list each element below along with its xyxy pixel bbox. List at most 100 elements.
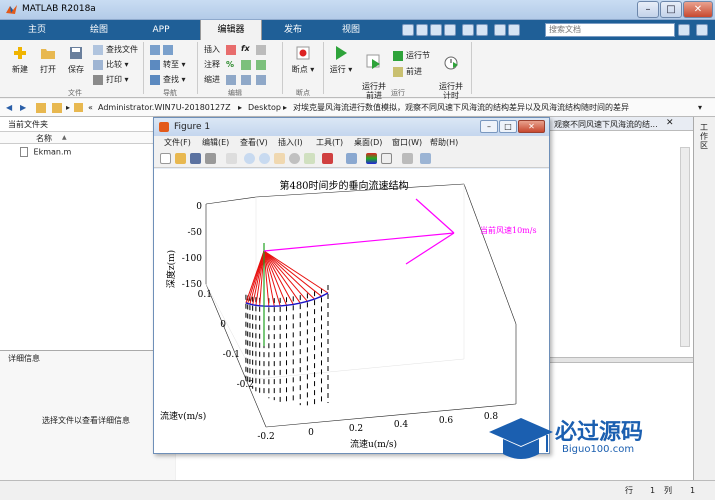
zoom-out-icon[interactable] [259, 153, 270, 164]
rotate-3d-icon[interactable] [289, 153, 300, 164]
help-icon[interactable] [508, 24, 520, 36]
figure-menu-window[interactable]: 窗口(W) [392, 136, 422, 150]
hide-plot-tools-icon[interactable] [402, 153, 413, 164]
show-plot-tools-icon[interactable] [420, 153, 431, 164]
run-and-time-button[interactable]: 运行并 计时 [434, 44, 468, 100]
column-header[interactable]: 名称 ▲ [0, 131, 174, 144]
file-list-item[interactable]: Ekman.m [20, 147, 71, 157]
link-plot-icon[interactable] [346, 153, 357, 164]
tab-apps[interactable]: APP [138, 20, 184, 40]
print-figure-icon[interactable] [205, 153, 216, 164]
workspace-label: 工作区 [700, 123, 708, 150]
data-cursor-icon[interactable] [304, 153, 315, 164]
velocity-vector [263, 250, 308, 302]
velocity-vector [263, 250, 322, 297]
comment-button[interactable]: 注释 [204, 59, 220, 71]
pointer-icon[interactable] [226, 153, 237, 164]
indent-button[interactable]: 缩进 [204, 74, 220, 86]
tab-publish[interactable]: 发布 [270, 20, 316, 40]
brush-icon[interactable] [322, 153, 333, 164]
ribbon-separator [323, 42, 324, 94]
figure-window[interactable]: Figure 1 – □ ✕ 文件(F) 编辑(E) 查看(V) 插入(I) 工… [153, 117, 550, 454]
address-bar[interactable]: ◀ ▶ ▸ « Administrator.WIN7U-20180127Z ▸ … [0, 99, 715, 117]
minimize-button[interactable]: – [637, 1, 659, 18]
pan-icon[interactable] [274, 153, 285, 164]
name-column-header[interactable]: 名称 [36, 133, 52, 144]
figure-menu-desktop[interactable]: 桌面(D) [354, 136, 382, 150]
breakpoints-button[interactable]: 断点 ▾ [288, 44, 318, 75]
open-file-icon[interactable] [175, 153, 186, 164]
editor-scrollbar[interactable] [680, 147, 690, 347]
grid-lines [205, 184, 465, 380]
breakpoint-icon [296, 46, 310, 60]
run-button[interactable]: 运行 ▾ [327, 44, 355, 75]
folder-chevron-icon: ▸ [66, 103, 71, 112]
new-figure-icon[interactable] [160, 153, 171, 164]
quick-save-icon[interactable] [402, 24, 414, 36]
tab-home[interactable]: 主页 [14, 20, 60, 40]
open-button[interactable]: 打开 [34, 44, 62, 75]
save-button[interactable]: 保存 [62, 44, 90, 75]
figure-close-button[interactable]: ✕ [518, 120, 545, 133]
search-icon[interactable] [678, 24, 690, 36]
graduation-cap-icon [489, 418, 553, 459]
advance-button[interactable]: 前进 [393, 66, 422, 78]
tab-view[interactable]: 视图 [328, 20, 374, 40]
switch-windows-icon[interactable] [494, 24, 506, 36]
zoom-in-icon[interactable] [244, 153, 255, 164]
insert-section-icon[interactable] [226, 44, 239, 56]
path-segment-user[interactable]: Administrator.WIN7U-20180127Z [98, 99, 231, 117]
address-dropdown-icon[interactable]: ▾ [698, 99, 702, 117]
goto-button[interactable]: 转至 ▾ [150, 59, 186, 71]
insert-dropdown-icon[interactable] [256, 44, 269, 56]
back-forward-buttons[interactable] [150, 44, 176, 56]
quick-cut-icon[interactable] [416, 24, 428, 36]
maximize-button[interactable]: □ [660, 1, 682, 18]
save-figure-icon[interactable] [190, 153, 201, 164]
increase-indent-icon[interactable] [241, 74, 254, 86]
search-documentation-input[interactable]: 搜索文档 [545, 23, 675, 37]
quick-paste-icon[interactable] [444, 24, 456, 36]
redo-icon[interactable] [476, 24, 488, 36]
figure-menu-help[interactable]: 帮助(H) [430, 136, 458, 150]
y-tick-label: -0.2 [237, 380, 254, 390]
tab-plots[interactable]: 绘图 [76, 20, 122, 40]
decrease-indent-icon[interactable] [256, 74, 269, 86]
compare-button[interactable]: 比较 ▾ [93, 59, 129, 71]
nav-up-icon[interactable] [36, 103, 46, 113]
ribbon-separator [282, 42, 283, 94]
quick-copy-icon[interactable] [430, 24, 442, 36]
legend-icon[interactable] [381, 153, 392, 164]
print-button[interactable]: 打印 ▾ [93, 74, 129, 86]
new-button[interactable]: 新建 [6, 44, 34, 75]
notification-icon[interactable] [696, 24, 708, 36]
find-button[interactable]: 查找 ▾ [150, 74, 186, 86]
status-row-label: 行 [625, 486, 633, 495]
run-section-button[interactable]: 运行节 [393, 50, 430, 62]
fx-icon[interactable]: fx [241, 43, 250, 55]
colorbar-icon[interactable] [366, 153, 377, 164]
smart-indent-icon[interactable] [226, 74, 239, 86]
comment-percent-icon[interactable]: % [226, 59, 234, 71]
figure-minimize-button[interactable]: – [480, 120, 498, 133]
browse-folder-icon[interactable] [52, 103, 62, 113]
close-button[interactable]: ✕ [683, 1, 713, 18]
figure-menu-view[interactable]: 查看(V) [240, 136, 268, 150]
nav-forward-icon[interactable]: ▶ [20, 99, 26, 117]
find-files-button[interactable]: 查找文件 [93, 44, 138, 56]
figure-menu-file[interactable]: 文件(F) [164, 136, 191, 150]
figure-menu-insert[interactable]: 插入(I) [278, 136, 303, 150]
figure-maximize-button[interactable]: □ [499, 120, 517, 133]
path-segment-folder[interactable]: 对埃克曼风海流进行数值模拟，观察不同风速下风海流的结构差异以及风海流结构随时间的… [293, 99, 629, 117]
undo-icon[interactable] [462, 24, 474, 36]
editor-tab-close-icon[interactable]: ✕ [666, 118, 674, 128]
tab-editor[interactable]: 编辑器 [200, 20, 262, 40]
wrap-comment-icon[interactable] [256, 59, 269, 71]
figure-menu-tools[interactable]: 工具(T) [316, 136, 343, 150]
figure-menu-edit[interactable]: 编辑(E) [202, 136, 229, 150]
uncomment-icon[interactable] [241, 59, 254, 71]
editor-tab-text[interactable]: 观察不同风速下风海流的结... [554, 119, 658, 130]
insert-button[interactable]: 插入 [204, 44, 220, 56]
path-segment-desktop[interactable]: Desktop [248, 99, 281, 117]
nav-back-icon[interactable]: ◀ [6, 99, 12, 117]
